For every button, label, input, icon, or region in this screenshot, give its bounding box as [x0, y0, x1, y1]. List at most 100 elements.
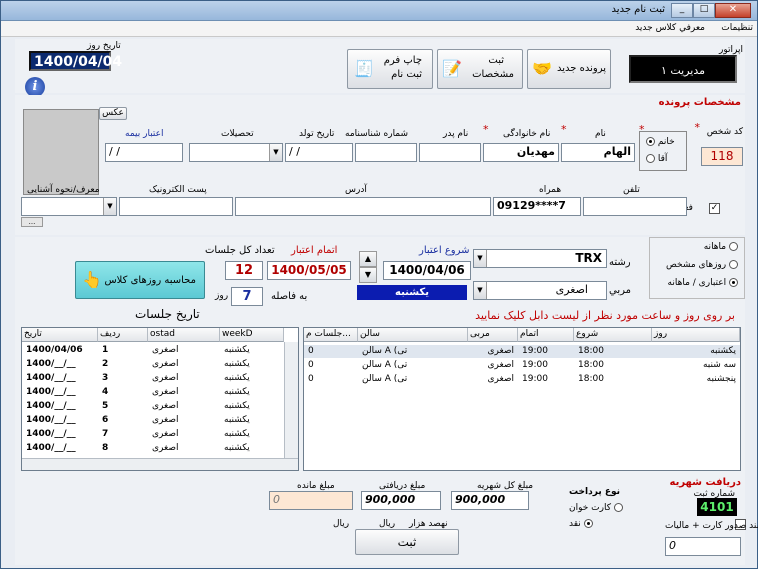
- interval-label: به فاصله: [271, 291, 308, 302]
- sessions-cell: یکشنبه: [224, 429, 250, 439]
- first-name-field[interactable]: الهام: [561, 143, 635, 162]
- cash-radio[interactable]: [583, 519, 593, 528]
- sessions-cell: اصغری: [152, 345, 179, 355]
- start-date-field[interactable]: 1400/04/06: [383, 261, 471, 280]
- chevron-down-icon[interactable]: ▼: [103, 198, 116, 215]
- education-label: تحصیلات: [221, 129, 254, 139]
- card-option[interactable]: کارت خوان: [569, 503, 623, 513]
- sessions-cell: 3: [102, 373, 109, 383]
- schedule-cell: اصغری: [487, 346, 515, 356]
- window-title: ثبت نام جدید: [611, 4, 665, 15]
- operator-label: اپراتور: [719, 45, 743, 55]
- coach-value: اصغری: [555, 283, 588, 296]
- schedule-col-header[interactable]: شروع: [574, 328, 652, 342]
- sessions-hscroll[interactable]: [22, 458, 298, 470]
- sessions-cell: یکشنبه: [224, 443, 250, 453]
- coach-label: مربي: [609, 285, 631, 296]
- active-checkbox[interactable]: ✓: [709, 203, 720, 214]
- sessions-col-header[interactable]: ostad: [148, 328, 220, 342]
- close-button[interactable]: ✕: [715, 3, 751, 18]
- specific-days-label: روزهای مشخص: [666, 260, 727, 270]
- payment-title: دریافت شهریه: [669, 477, 742, 488]
- schedule-cell: 19:00: [522, 360, 548, 370]
- chevron-down-icon[interactable]: ▼: [474, 282, 487, 299]
- code-field[interactable]: 118: [701, 147, 743, 166]
- credit-monthly-option[interactable]: اعتباری / ماهانه: [668, 278, 738, 288]
- submit-button[interactable]: ثبت: [355, 529, 459, 555]
- postal-field[interactable]: [119, 197, 233, 216]
- schedule-col-header[interactable]: سالن: [358, 328, 468, 342]
- schedule-col-header[interactable]: جلسات م...: [304, 328, 358, 342]
- schedule-cell: سه شنبه: [702, 360, 736, 370]
- end-date-field[interactable]: 1400/05/05: [267, 261, 351, 280]
- calc-days-button[interactable]: 👆 محاسبه روزهای کلاس: [75, 261, 205, 299]
- education-select[interactable]: ▼: [189, 143, 283, 162]
- schedule-row[interactable]: پنجشنبه 18:00 19:00 اصغری سالن A (تی 0: [304, 373, 740, 386]
- card-radio[interactable]: [613, 503, 623, 512]
- main-window: ثبت نام جدید _ □ ✕ تنظیمات معرفي كلاس جد…: [0, 0, 758, 569]
- gender-male-label: آقا: [657, 154, 668, 164]
- paid-field[interactable]: 900,000: [361, 491, 441, 510]
- step-up-icon[interactable]: ▲: [359, 251, 377, 267]
- sessions-table[interactable]: تاریخ ردیف ostad weekD 1400/04/06 1 اصغری یکشن…: [21, 327, 299, 471]
- credit-monthly-radio[interactable]: [729, 278, 738, 287]
- gender-female-radio[interactable]: [646, 137, 655, 146]
- sessions-col-header[interactable]: weekD: [220, 328, 284, 342]
- schedule-col-header[interactable]: اتمام: [518, 328, 574, 342]
- specific-days-option[interactable]: روزهای مشخص: [666, 260, 738, 270]
- menu-new-class[interactable]: معرفي كلاس جديد: [635, 23, 705, 33]
- interval-field[interactable]: 7: [231, 287, 263, 306]
- cash-option[interactable]: نقد: [569, 519, 593, 529]
- gender-male-radio[interactable]: [646, 154, 655, 163]
- sessions-col-header[interactable]: ردیف: [98, 328, 148, 342]
- credit-monthly-label: اعتباری / ماهانه: [667, 278, 727, 288]
- gender-male-option[interactable]: آقا: [646, 154, 667, 164]
- menu-settings[interactable]: تنظیمات: [721, 23, 753, 33]
- save-specs-button[interactable]: 📝 ثبت مشخصات: [437, 49, 523, 89]
- schedule-row[interactable]: سه شنبه 18:00 19:00 اصغری سالن A (تی 0: [304, 359, 740, 372]
- total-field[interactable]: 900,000: [451, 491, 529, 510]
- sessions-vscroll[interactable]: [284, 342, 298, 458]
- sessions-field[interactable]: 12: [225, 261, 263, 280]
- info-icon[interactable]: i: [25, 77, 45, 97]
- photo-button[interactable]: عکس: [99, 107, 127, 120]
- id-field[interactable]: [355, 143, 417, 162]
- last-name-field[interactable]: مهدیان: [483, 143, 559, 162]
- schedule-row[interactable]: یکشنبه 18:00 19:00 اصغری سالن A (تی 0: [304, 345, 740, 358]
- step-down-icon[interactable]: ▼: [359, 267, 377, 283]
- address-field[interactable]: [235, 197, 491, 216]
- referrer-select[interactable]: ▼: [21, 197, 117, 216]
- chevron-down-icon[interactable]: ▼: [474, 250, 487, 267]
- date-stepper[interactable]: ▲ ▼: [359, 251, 377, 283]
- new-file-button[interactable]: 🤝 پرونده جدید: [527, 49, 611, 89]
- coach-select[interactable]: ▼ اصغری: [473, 281, 607, 300]
- sessions-col-header[interactable]: تاریخ: [22, 328, 98, 342]
- minimize-button[interactable]: _: [671, 3, 693, 18]
- print-form-button[interactable]: 🧾 چاپ فرم ثبت نام: [347, 49, 433, 89]
- schedule-col-header[interactable]: مربی: [468, 328, 518, 342]
- birth-field[interactable]: / /: [285, 143, 353, 162]
- maximize-button[interactable]: □: [693, 3, 715, 18]
- sessions-cell: اصغری: [152, 373, 179, 383]
- gender-group: خانم آقا: [639, 131, 687, 171]
- chevron-down-icon[interactable]: ▼: [269, 144, 282, 161]
- sessions-cell: اصغری: [152, 443, 179, 453]
- remain-field[interactable]: 0: [269, 491, 353, 510]
- schedule-table[interactable]: روز شروع اتمام مربی سالن جلسات م... یکشنبه 18:…: [303, 327, 741, 471]
- father-field[interactable]: [419, 143, 481, 162]
- schedule-col-header[interactable]: روز: [652, 328, 740, 342]
- specific-days-radio[interactable]: [729, 260, 738, 269]
- schedule-cell: پنجشنبه: [706, 374, 736, 384]
- photo-box[interactable]: [23, 109, 99, 195]
- monthly-radio[interactable]: [729, 242, 738, 251]
- header-panel: تاریخ روز 1400/04/04 i اپراتور مدیریت ۱ …: [15, 39, 745, 97]
- phone-field[interactable]: [583, 197, 687, 216]
- referrer-extra-button[interactable]: ...: [21, 217, 43, 227]
- field-select[interactable]: ▼ TRX: [473, 249, 607, 268]
- window-controls: _ □ ✕: [671, 3, 751, 19]
- monthly-option[interactable]: ماهانه: [704, 242, 738, 252]
- mobile-field[interactable]: 09129****7: [493, 197, 581, 216]
- insurance-field[interactable]: / /: [105, 143, 183, 162]
- invoice-field[interactable]: 0: [665, 537, 741, 556]
- gender-female-option[interactable]: خانم: [646, 137, 675, 147]
